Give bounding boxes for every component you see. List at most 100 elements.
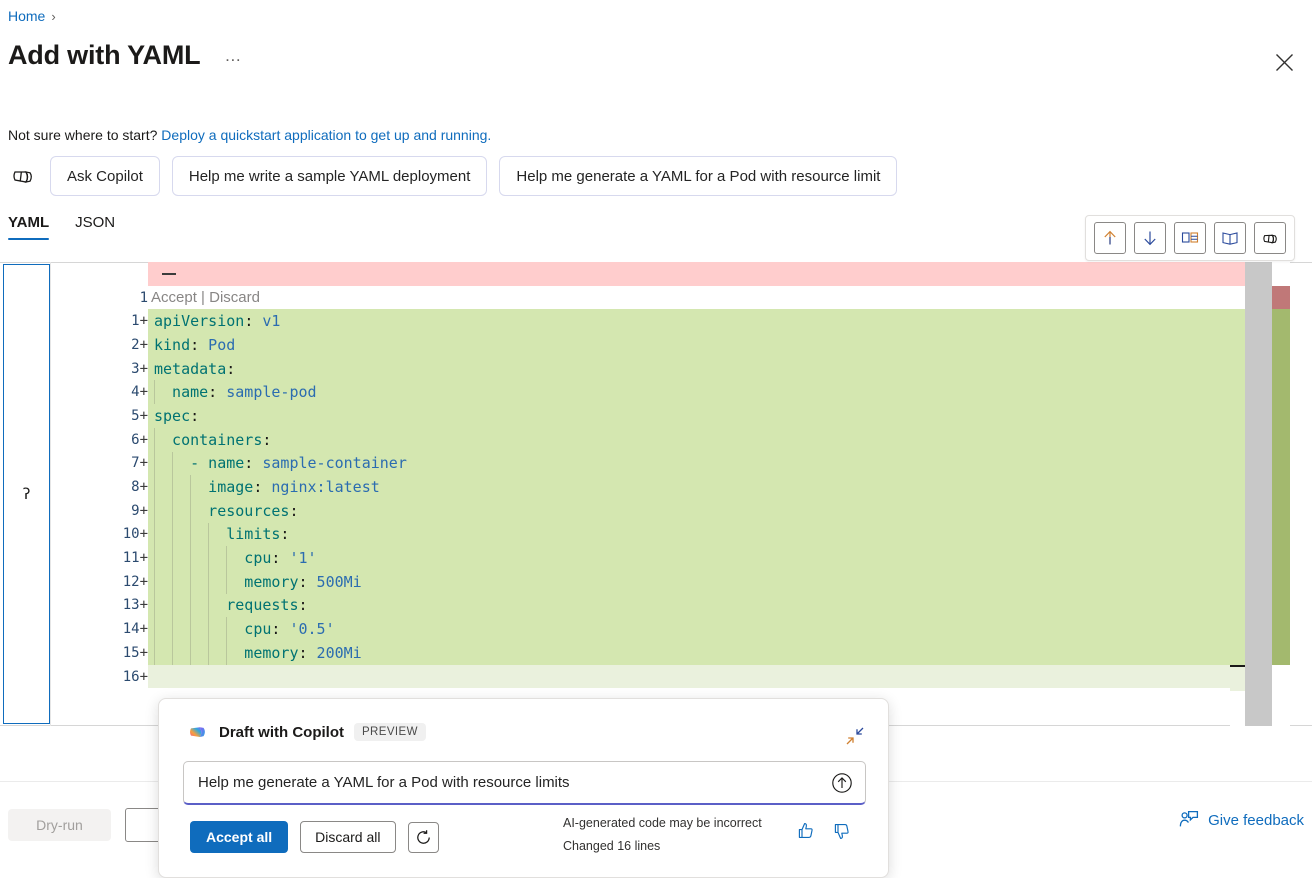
diff-row-accept-discard[interactable]: 1 Accept | Discard bbox=[51, 285, 1230, 310]
diff-row-added[interactable]: 9+ resources: bbox=[51, 498, 1230, 523]
code-line-body: apiVersion: v1 bbox=[148, 309, 1230, 334]
thumbs-down-icon[interactable] bbox=[832, 821, 852, 841]
accept-discard-controls[interactable]: Accept | Discard bbox=[148, 289, 260, 306]
line-number: 14+ bbox=[122, 621, 148, 638]
copilot-ribbon-icon bbox=[8, 161, 38, 191]
diff-row-added[interactable]: 4+ name: sample-pod bbox=[51, 380, 1230, 405]
code-line-body: kind: Pod bbox=[148, 333, 1230, 357]
code-text: cpu: '0.5' bbox=[244, 620, 335, 639]
chip-ask-copilot[interactable]: Ask Copilot bbox=[50, 156, 160, 196]
code-line-body: metadata: bbox=[148, 356, 1230, 381]
diff-row-added[interactable]: 12+ memory: 500Mi bbox=[51, 569, 1230, 594]
dialog-header: Draft with Copilot PREVIEW bbox=[159, 699, 888, 743]
draft-with-copilot-dialog: Draft with Copilot PREVIEW Accept all Di… bbox=[158, 698, 889, 878]
send-prompt-button[interactable] bbox=[825, 766, 859, 800]
person-feedback-icon bbox=[1179, 810, 1199, 827]
editor-overview-ruler[interactable] bbox=[1272, 262, 1290, 726]
close-button[interactable] bbox=[1268, 46, 1300, 78]
code-line-body: requests: bbox=[148, 593, 1230, 618]
accept-discard-separator: | bbox=[201, 289, 205, 307]
close-icon bbox=[1275, 53, 1293, 71]
original-document-pane[interactable]: ʔ bbox=[3, 264, 50, 724]
line-number: 10+ bbox=[122, 526, 148, 543]
give-feedback-label: Give feedback bbox=[1208, 811, 1304, 829]
code-text: metadata: bbox=[154, 359, 236, 378]
line-number: 9+ bbox=[131, 502, 148, 519]
tab-yaml[interactable]: YAML bbox=[8, 214, 50, 240]
accept-all-button[interactable]: Accept all bbox=[190, 821, 289, 853]
regenerate-button[interactable] bbox=[407, 821, 439, 853]
thumbs-up-icon[interactable] bbox=[796, 821, 816, 841]
chip-pod-resource-limit[interactable]: Help me generate a YAML for a Pod with r… bbox=[499, 156, 898, 196]
copilot-logo-icon bbox=[190, 727, 205, 737]
code-line-body: resources: bbox=[148, 498, 1230, 523]
previous-change-button[interactable] bbox=[1094, 222, 1126, 254]
collapse-diagonal-icon bbox=[846, 727, 864, 745]
diff-row-added[interactable]: 13+ requests: bbox=[51, 593, 1230, 618]
discard-link[interactable]: Discard bbox=[209, 289, 260, 306]
overview-added-marker bbox=[1272, 309, 1290, 665]
code-text: requests: bbox=[226, 596, 308, 615]
editor-scrollbar[interactable] bbox=[1245, 262, 1272, 726]
inline-view-button[interactable] bbox=[1214, 222, 1246, 254]
line-number: 16+ bbox=[122, 668, 148, 685]
diff-row-added[interactable]: 15+ memory: 200Mi bbox=[51, 641, 1230, 665]
prompt-input-wrapper bbox=[183, 761, 866, 805]
changed-lines-count: Changed 16 lines bbox=[563, 839, 661, 853]
dry-run-button[interactable]: Dry-run bbox=[8, 809, 111, 841]
removed-line-body bbox=[148, 262, 1230, 286]
chip-sample-yaml-deployment[interactable]: Help me write a sample YAML deployment bbox=[171, 156, 488, 196]
diff-row-added[interactable]: 10+ limits: bbox=[51, 522, 1230, 547]
code-line-body: - name: sample-container bbox=[148, 451, 1230, 476]
line-number: 3+ bbox=[131, 360, 148, 377]
discard-all-button[interactable]: Discard all bbox=[300, 821, 396, 853]
more-options-button[interactable]: … bbox=[218, 47, 248, 64]
code-line-body: limits: bbox=[148, 522, 1230, 547]
diff-row-added[interactable]: 11+ cpu: '1' bbox=[51, 546, 1230, 570]
line-number: 11+ bbox=[122, 550, 148, 567]
indent-guides bbox=[148, 593, 1230, 618]
ruler-context-band bbox=[1230, 285, 1245, 310]
ai-disclaimer-line-1: AI-generated code may be incorrect bbox=[563, 816, 762, 830]
diff-row-added[interactable]: 16+ bbox=[51, 664, 1230, 689]
copilot-button[interactable] bbox=[1254, 222, 1286, 254]
diff-row-added[interactable]: 8+ image: nginx:latest bbox=[51, 475, 1230, 499]
copilot-ribbon-icon bbox=[1262, 233, 1277, 243]
dialog-actions: Accept all Discard all bbox=[190, 821, 439, 853]
prompt-input[interactable] bbox=[184, 774, 825, 791]
diff-row-added[interactable]: 2+ kind: Pod bbox=[51, 333, 1230, 357]
side-by-side-view-button[interactable] bbox=[1174, 222, 1206, 254]
editor-toolbar bbox=[1085, 215, 1295, 261]
yaml-diff-editor: ʔ 1 Accept | Discard 1+ apiVersion: v1 2+ k… bbox=[0, 262, 1312, 726]
code-text: spec: bbox=[154, 406, 200, 425]
diff-row-removed[interactable] bbox=[51, 262, 1230, 286]
breadcrumb-home-link[interactable]: Home bbox=[8, 8, 45, 24]
line-number: 12+ bbox=[122, 573, 148, 590]
code-text: image: nginx:latest bbox=[208, 478, 380, 497]
give-feedback-button[interactable]: Give feedback bbox=[1179, 810, 1304, 830]
minus-icon bbox=[162, 272, 176, 275]
line-number: 8+ bbox=[131, 479, 148, 496]
ruler-removed-band bbox=[1230, 262, 1245, 286]
code-text: resources: bbox=[208, 501, 299, 520]
next-change-button[interactable] bbox=[1134, 222, 1166, 254]
code-text: apiVersion: v1 bbox=[154, 312, 281, 331]
quickstart-hint: Not sure where to start? Deploy a quicks… bbox=[8, 127, 491, 143]
quickstart-link[interactable]: Deploy a quickstart application to get u… bbox=[161, 127, 491, 143]
diff-row-added[interactable]: 6+ containers: bbox=[51, 427, 1230, 452]
diff-row-added[interactable]: 5+ spec: bbox=[51, 404, 1230, 428]
diff-row-added[interactable]: 1+ apiVersion: v1 bbox=[51, 309, 1230, 334]
code-line-body: memory: 200Mi bbox=[148, 641, 1230, 665]
diff-overview-ruler bbox=[1230, 262, 1245, 726]
diff-row-added[interactable]: 14+ cpu: '0.5' bbox=[51, 617, 1230, 641]
code-lines[interactable]: 1 Accept | Discard 1+ apiVersion: v1 2+ kin… bbox=[51, 262, 1230, 726]
tab-json[interactable]: JSON bbox=[75, 214, 115, 240]
line-number: 1+ bbox=[131, 313, 148, 330]
diff-row-added[interactable]: 7+ - name: sample-container bbox=[51, 451, 1230, 476]
code-text: limits: bbox=[226, 525, 290, 544]
arrow-up-icon bbox=[1104, 230, 1116, 245]
diff-row-added[interactable]: 3+ metadata: bbox=[51, 356, 1230, 381]
accept-link[interactable]: Accept bbox=[151, 289, 197, 306]
ruler-added-band bbox=[1230, 309, 1245, 665]
collapse-dialog-button[interactable] bbox=[844, 725, 866, 747]
